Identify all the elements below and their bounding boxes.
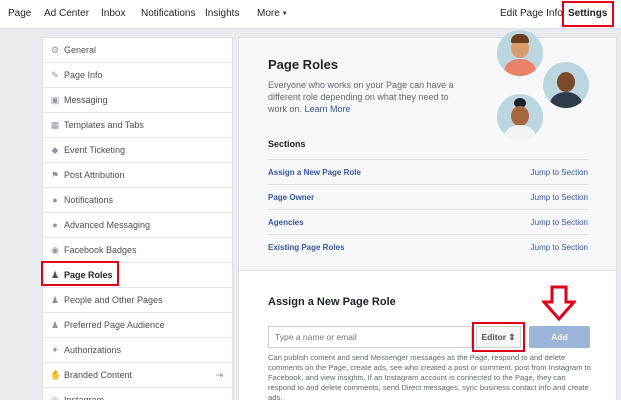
jump-to-section-link[interactable]: Jump to Section bbox=[531, 235, 588, 260]
section-row-existing-roles: Existing Page Roles Jump to Section bbox=[268, 234, 588, 259]
learn-more-link[interactable]: Learn More bbox=[305, 104, 351, 114]
avatar-shirt bbox=[504, 125, 536, 140]
pencil-icon: ✎ bbox=[51, 70, 59, 80]
messenger-icon: ● bbox=[52, 220, 58, 230]
page-roles-header-card: Page Roles Everyone who works on your Pa… bbox=[239, 30, 616, 271]
add-button[interactable]: Add bbox=[529, 326, 590, 348]
name-or-email-input[interactable] bbox=[268, 326, 472, 348]
sidebar-item-label: General bbox=[64, 45, 97, 55]
sidebar-item-messaging[interactable]: ▣ Messaging bbox=[43, 88, 232, 113]
external-link-icon: ⇥ bbox=[215, 370, 223, 380]
sidebar-item-authorizations[interactable]: ✦ Authorizations bbox=[43, 338, 232, 363]
globe-icon: ● bbox=[52, 195, 58, 205]
section-link-page-owner[interactable]: Page Owner bbox=[268, 185, 314, 210]
handshake-icon: ✋ bbox=[50, 370, 62, 380]
sections-heading: Sections bbox=[268, 139, 306, 149]
sidebar-item-label: Branded Content bbox=[64, 370, 133, 380]
sidebar-item-label: Templates and Tabs bbox=[64, 120, 144, 130]
sidebar-item-label: People and Other Pages bbox=[64, 295, 163, 305]
nav-notifications[interactable]: Notifications bbox=[141, 0, 195, 29]
sidebar-item-instagram[interactable]: ◎ Instagram bbox=[43, 388, 232, 400]
avatar bbox=[543, 62, 589, 108]
avatar-face bbox=[557, 72, 575, 92]
nav-page[interactable]: Page bbox=[8, 0, 31, 29]
settings-highlight-box bbox=[562, 1, 614, 27]
edit-page-info-link[interactable]: Edit Page Info bbox=[500, 0, 563, 29]
role-description-text: Can publish content and send Messenger m… bbox=[268, 353, 591, 400]
avatar-hair bbox=[511, 34, 529, 43]
page-title: Page Roles bbox=[268, 57, 339, 72]
jump-to-section-link[interactable]: Jump to Section bbox=[531, 160, 588, 185]
sidebar-item-label: Page Info bbox=[64, 70, 103, 80]
section-link-existing-roles[interactable]: Existing Page Roles bbox=[268, 235, 344, 260]
sidebar-item-branded-content[interactable]: ✋ Branded Content ⇥ bbox=[43, 363, 232, 388]
sidebar-item-templates-and-tabs[interactable]: ▦ Templates and Tabs bbox=[43, 113, 232, 138]
description-text: Everyone who works on your Page can have… bbox=[268, 80, 454, 114]
audience-icon: ♟ bbox=[50, 320, 60, 330]
section-row-assign: Assign a New Page Role Jump to Section bbox=[268, 159, 588, 184]
avatar bbox=[497, 30, 543, 76]
page-roles-description: Everyone who works on your Page can have… bbox=[268, 79, 468, 115]
sidebar-item-label: Instagram bbox=[64, 395, 105, 400]
sidebar-item-label: Messaging bbox=[64, 95, 108, 105]
grid-icon: ▦ bbox=[50, 120, 60, 130]
nav-more[interactable]: More ▼ bbox=[257, 0, 288, 29]
sidebar-item-post-attribution[interactable]: ⚑ Post Attribution bbox=[43, 163, 232, 188]
gear-icon: ⚙ bbox=[50, 45, 60, 55]
page-roles-highlight-box bbox=[41, 261, 119, 286]
sidebar-item-general[interactable]: ⚙ General bbox=[43, 38, 232, 63]
nav-ad-center[interactable]: Ad Center bbox=[44, 0, 89, 29]
assign-role-heading: Assign a New Page Role bbox=[268, 296, 396, 308]
sidebar-item-facebook-badges[interactable]: ◉ Facebook Badges bbox=[43, 238, 232, 263]
jump-to-section-link[interactable]: Jump to Section bbox=[531, 185, 588, 210]
flag-icon: ⚑ bbox=[50, 170, 60, 180]
sidebar-item-label: Event Ticketing bbox=[64, 145, 126, 155]
avatar-shirt bbox=[550, 92, 582, 108]
pointer-arrow-icon bbox=[542, 285, 576, 321]
sidebar-item-people-and-other-pages[interactable]: ♟ People and Other Pages bbox=[43, 288, 232, 313]
people-icon: ♟ bbox=[50, 295, 60, 305]
instagram-icon: ◎ bbox=[51, 395, 59, 400]
jump-to-section-link[interactable]: Jump to Section bbox=[531, 210, 588, 235]
section-link-agencies[interactable]: Agencies bbox=[268, 210, 304, 235]
sidebar-item-label: Post Attribution bbox=[64, 170, 125, 180]
nav-inbox[interactable]: Inbox bbox=[101, 0, 125, 29]
avatar bbox=[497, 94, 543, 140]
sidebar-item-label: Authorizations bbox=[64, 345, 122, 355]
sidebar-item-label: Preferred Page Audience bbox=[64, 320, 165, 330]
sidebar-item-label: Facebook Badges bbox=[64, 245, 137, 255]
section-row-page-owner: Page Owner Jump to Section bbox=[268, 184, 588, 209]
role-select-highlight-box bbox=[472, 322, 525, 352]
avatar-face bbox=[511, 106, 529, 126]
top-navigation: Page Ad Center Inbox Notifications Insig… bbox=[0, 0, 621, 29]
ticket-icon: ◆ bbox=[51, 145, 59, 155]
nav-more-label: More bbox=[257, 8, 280, 19]
sidebar-item-page-info[interactable]: ✎ Page Info bbox=[43, 63, 232, 88]
chat-bubble-icon: ▣ bbox=[50, 95, 60, 105]
wrench-icon: ✦ bbox=[51, 345, 59, 355]
section-row-agencies: Agencies Jump to Section bbox=[268, 209, 588, 234]
sidebar-item-label: Advanced Messaging bbox=[64, 220, 151, 230]
sidebar-item-advanced-messaging[interactable]: ● Advanced Messaging bbox=[43, 213, 232, 238]
sidebar-item-event-ticketing[interactable]: ◆ Event Ticketing bbox=[43, 138, 232, 163]
section-link-assign[interactable]: Assign a New Page Role bbox=[268, 160, 361, 185]
sidebar-item-preferred-page-audience[interactable]: ♟ Preferred Page Audience bbox=[43, 313, 232, 338]
caret-down-icon: ▼ bbox=[281, 11, 288, 17]
sidebar-item-notifications[interactable]: ● Notifications bbox=[43, 188, 232, 213]
badge-icon: ◉ bbox=[51, 245, 59, 255]
avatar-shirt bbox=[504, 59, 536, 76]
sidebar-item-label: Notifications bbox=[64, 195, 114, 205]
nav-insights[interactable]: Insights bbox=[205, 0, 239, 29]
page-roles-panel: Page Roles Everyone who works on your Pa… bbox=[238, 30, 617, 400]
settings-sidebar: ⚙ General ✎ Page Info ▣ Messaging ▦ Temp… bbox=[42, 37, 233, 400]
